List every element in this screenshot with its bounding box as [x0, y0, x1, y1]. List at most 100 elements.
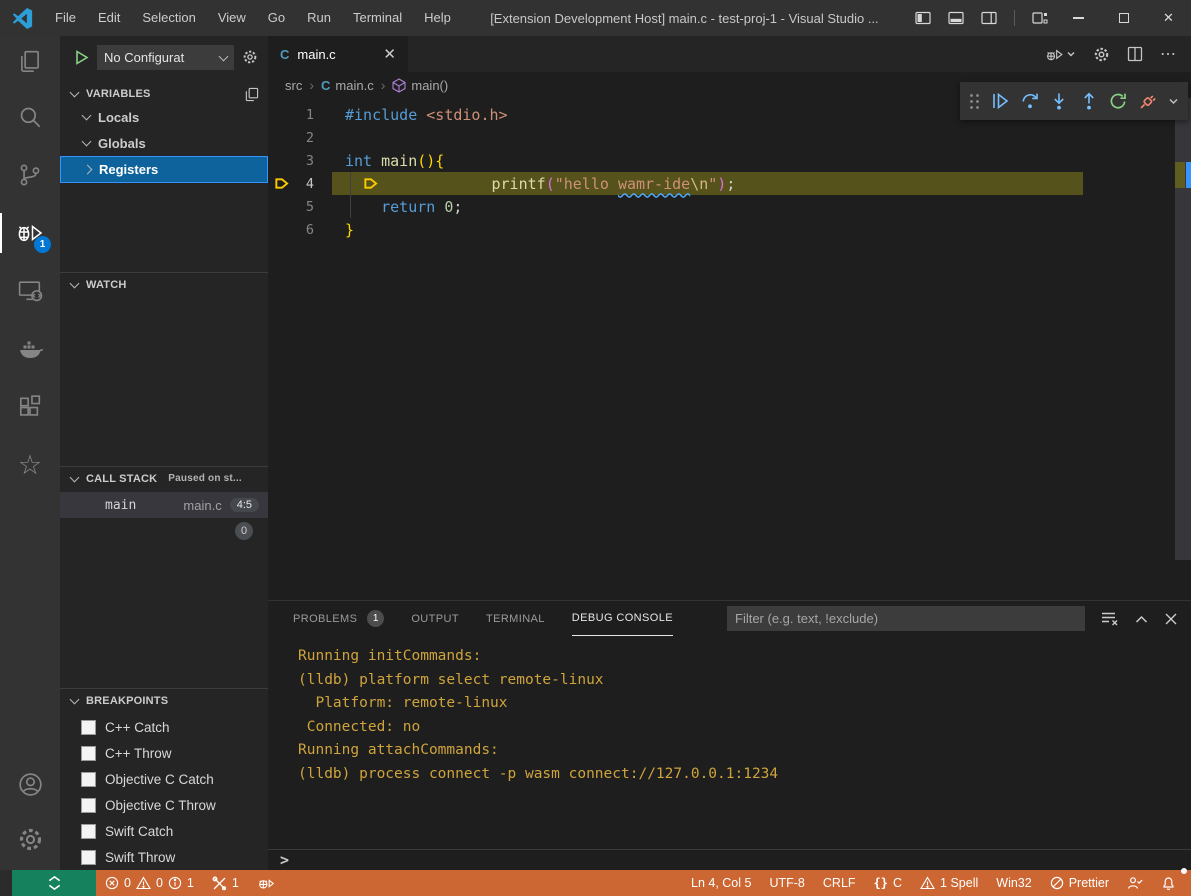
call-stack-frame-row[interactable]: main main.c 4:5	[60, 492, 268, 518]
start-debug-icon[interactable]	[75, 50, 89, 65]
copy-icon[interactable]	[244, 87, 259, 102]
breadcrumb-symbol[interactable]: main()	[392, 78, 448, 93]
step-over-icon[interactable]	[1019, 87, 1040, 115]
window-title: [Extension Development Host] main.c - te…	[462, 11, 907, 26]
console-filter-input[interactable]	[727, 606, 1085, 631]
variables-scope-globals[interactable]: Globals	[60, 130, 268, 156]
menu-run[interactable]: Run	[296, 0, 342, 36]
toggle-secondary-sidebar-icon[interactable]	[981, 10, 997, 26]
minimize-button[interactable]	[1056, 0, 1101, 36]
menu-edit[interactable]: Edit	[87, 0, 131, 36]
maximize-button[interactable]	[1101, 0, 1146, 36]
source-control-icon[interactable]	[0, 146, 60, 204]
maximize-panel-chevron-icon[interactable]	[1134, 613, 1149, 625]
checkbox[interactable]	[81, 798, 96, 813]
close-button[interactable]: ✕	[1146, 0, 1191, 36]
breakpoint-row[interactable]: C++ Catch	[60, 714, 268, 740]
clear-console-icon[interactable]	[1100, 610, 1119, 627]
search-icon[interactable]	[0, 88, 60, 146]
disconnect-icon[interactable]	[1138, 87, 1159, 115]
debug-config-dropdown[interactable]: No Configurat	[97, 45, 234, 70]
more-actions-icon[interactable]: ⋯	[1160, 44, 1177, 64]
explorer-icon[interactable]	[0, 36, 60, 88]
breadcrumb-folder[interactable]: src	[285, 78, 302, 93]
language-mode[interactable]: {} C	[865, 870, 911, 896]
spell-checker-status[interactable]: 1 Spell	[911, 870, 987, 896]
run-and-debug-icon[interactable]: 1	[0, 204, 60, 262]
docker-icon[interactable]	[0, 320, 60, 378]
breadcrumb-file[interactable]: C main.c	[321, 78, 374, 93]
breakpoint-row[interactable]: Objective C Throw	[60, 792, 268, 818]
checkbox[interactable]	[81, 824, 96, 839]
step-out-icon[interactable]	[1079, 87, 1100, 115]
code-line-4-current[interactable]: 4 printf("hello wamr-ide\n");	[268, 172, 1191, 195]
chevron-down-icon[interactable]	[1167, 87, 1179, 115]
remote-explorer-icon[interactable]	[0, 262, 60, 320]
close-tab-icon[interactable]: ✕	[383, 47, 396, 62]
breakpoint-row[interactable]: Swift Catch	[60, 818, 268, 844]
debug-console-output[interactable]: Running initCommands: (lldb) platform se…	[268, 636, 1191, 849]
settings-gear-icon[interactable]	[0, 810, 60, 868]
variables-scope-locals[interactable]: Locals	[60, 104, 268, 130]
restart-icon[interactable]	[1108, 87, 1129, 115]
tab-main-c[interactable]: C main.c ✕	[268, 36, 408, 72]
toggle-sidebar-icon[interactable]	[915, 10, 931, 26]
problems-status[interactable]: 0 0 1	[96, 870, 203, 896]
continue-icon[interactable]	[990, 87, 1011, 115]
cursor-position[interactable]: Ln 4, Col 5	[682, 870, 760, 896]
code-token-misspelled: wamr-ide	[618, 175, 690, 193]
debug-settings-gear-icon[interactable]	[242, 49, 258, 65]
encoding-indicator[interactable]: UTF-8	[760, 870, 813, 896]
toggle-panel-icon[interactable]	[948, 10, 964, 26]
editor-settings-gear-icon[interactable]	[1093, 46, 1110, 63]
tools-status[interactable]: 1	[203, 870, 248, 896]
variables-section-header[interactable]: VARIABLES	[60, 82, 268, 106]
watch-section-header[interactable]: WATCH	[60, 272, 268, 296]
debug-console-input[interactable]: >	[268, 849, 1191, 870]
menu-file[interactable]: File	[44, 0, 87, 36]
tab-output[interactable]: OUTPUT	[411, 601, 459, 636]
debug-status-icon[interactable]	[248, 870, 284, 896]
formatter-status[interactable]: Prettier	[1041, 870, 1118, 896]
menu-view[interactable]: View	[207, 0, 257, 36]
customize-layout-icon[interactable]	[1032, 10, 1048, 26]
checkbox[interactable]	[81, 772, 96, 787]
remote-indicator[interactable]	[12, 870, 96, 896]
braces-icon: {}	[874, 876, 888, 890]
code-token: ;	[453, 198, 462, 216]
tab-debug-console[interactable]: DEBUG CONSOLE	[572, 601, 673, 636]
run-or-debug-button[interactable]	[1045, 46, 1076, 63]
tab-problems[interactable]: PROBLEMS 1	[293, 601, 384, 636]
breakpoints-section-header[interactable]: BREAKPOINTS	[60, 688, 268, 712]
checkbox[interactable]	[81, 720, 96, 735]
account-icon[interactable]	[0, 758, 60, 810]
notifications-bell-icon[interactable]	[1152, 870, 1185, 896]
split-editor-icon[interactable]	[1127, 46, 1143, 62]
menu-terminal[interactable]: Terminal	[342, 0, 413, 36]
extensions-icon[interactable]	[0, 378, 60, 436]
checkbox[interactable]	[81, 850, 96, 865]
favorites-star-icon[interactable]: ☆	[0, 436, 60, 494]
code-editor[interactable]: 1 #include <stdio.h> 2 3 int main(){	[268, 98, 1191, 600]
toolbar-grip-icon[interactable]	[969, 87, 981, 115]
platform-indicator[interactable]: Win32	[987, 870, 1040, 896]
step-into-icon[interactable]	[1049, 87, 1070, 115]
eol-indicator[interactable]: CRLF	[814, 870, 865, 896]
menu-selection[interactable]: Selection	[131, 0, 206, 36]
menu-help[interactable]: Help	[413, 0, 462, 36]
tab-terminal[interactable]: TERMINAL	[486, 601, 545, 636]
editor-scrollbar[interactable]	[1175, 98, 1191, 560]
menu-go[interactable]: Go	[257, 0, 296, 36]
breakpoint-row[interactable]: C++ Throw	[60, 740, 268, 766]
current-line-gutter-arrow-icon[interactable]	[268, 176, 294, 191]
checkbox[interactable]	[81, 746, 96, 761]
breakpoint-row[interactable]: Objective C Catch	[60, 766, 268, 792]
console-line: Running initCommands:	[298, 645, 1191, 669]
call-stack-section-header[interactable]: CALL STACK Paused on st...	[60, 466, 268, 490]
feedback-icon[interactable]	[1118, 870, 1152, 896]
code-line-5[interactable]: 5 return 0;	[268, 195, 1191, 218]
breakpoint-row[interactable]: Swift Throw	[60, 844, 268, 870]
variables-scope-registers[interactable]: Registers	[60, 156, 268, 183]
c-file-icon: C	[280, 47, 289, 62]
close-panel-icon[interactable]	[1164, 612, 1178, 626]
